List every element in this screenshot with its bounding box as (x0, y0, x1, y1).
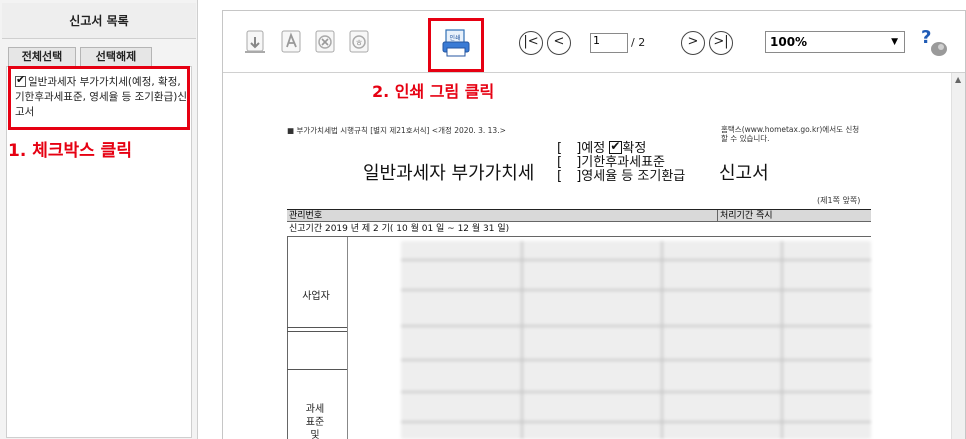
svg-text:?: ? (921, 27, 931, 48)
document-area: ■ 부가가치세법 시행규칙 [별지 제21호서식] <개정 2020. 3. 1… (223, 73, 965, 439)
hwp-icon[interactable]: ㅎ (347, 29, 373, 55)
checkmark-icon: ✔ (610, 139, 621, 153)
step1-annotation: 1. 체크박스 클릭 (8, 141, 132, 161)
option-checkbox: ✔ (609, 139, 623, 154)
option-row: [ ]영세율 등 조기환급 (557, 169, 686, 184)
next-page-button[interactable]: > (681, 31, 705, 55)
save-icon[interactable] (243, 29, 269, 55)
form-title-suffix: 신고서 (719, 163, 769, 184)
hometax-note: 홈택스(www.hometax.go.kr)에서도 신청할 수 있습니다. (721, 125, 860, 143)
select-all-button[interactable]: 전체선택 (8, 47, 76, 67)
management-number-label: 관리번호 (289, 211, 323, 221)
form-title: 일반과세자 부가가치세 (363, 163, 535, 184)
prev-page-button[interactable]: < (547, 31, 571, 55)
document-page: ■ 부가가치세법 시행규칙 [별지 제21호서식] <개정 2020. 3. 1… (281, 73, 875, 439)
highlight-checkbox-box (8, 66, 190, 130)
form-divider (287, 331, 347, 332)
form-divider (287, 327, 347, 328)
form-divider (287, 369, 347, 370)
page-number-input[interactable]: 1 (590, 33, 628, 53)
page-total: / 2 (631, 36, 646, 49)
zoom-select[interactable]: 100% ▼ (765, 31, 905, 53)
vertical-scrollbar[interactable]: ▲ (951, 73, 965, 439)
excel-icon[interactable] (313, 29, 339, 55)
form-options: [ ]예정 ✔ 확정 [ ]기한후과세표준 [ ]영세율 등 조기환급 (557, 139, 686, 184)
pdf-icon[interactable] (279, 29, 305, 55)
form-left-border (287, 237, 288, 439)
zoom-value: 100% (770, 35, 808, 49)
processing-period-label: 처리기간 즉시 (717, 210, 773, 222)
tax-base-label: 과세 표준 및 (305, 404, 325, 439)
scroll-up-icon[interactable]: ▲ (955, 75, 961, 84)
law-reference: ■ 부가가치세법 시행규칙 [별지 제21호서식] <개정 2020. 3. 1… (287, 126, 506, 135)
step2-annotation: 2. 인쇄 그림 클릭 (372, 82, 495, 101)
document-viewer: ㅎ 인쇄 |< < 1 / 2 > >| 100% ▼ ? ■ 부가가치세법 시… (222, 10, 966, 439)
form-column-line (347, 237, 348, 439)
svg-text:ㅎ: ㅎ (355, 39, 363, 49)
filing-period-row: 신고기간 2019 년 제 2 기( 10 월 01 일 ~ 12 월 31 일… (287, 223, 871, 237)
option-row: [ ]기한후과세표준 (557, 155, 666, 170)
page-count: (제1쪽 앞쪽) (817, 196, 861, 205)
highlight-print-box (428, 18, 484, 72)
option-row: [ ]예정 ✔ 확정 (557, 139, 647, 156)
deselect-all-button[interactable]: 선택해제 (80, 47, 152, 67)
blurred-form-content (401, 241, 871, 439)
report-list-title: 신고서 목록 (2, 3, 196, 39)
first-page-button[interactable]: |< (519, 31, 543, 55)
selection-buttons: 전체선택 선택해제 (8, 47, 190, 67)
viewer-toolbar: ㅎ 인쇄 |< < 1 / 2 > >| 100% ▼ ? (223, 11, 965, 73)
dropdown-arrow-icon: ▼ (891, 37, 898, 47)
last-page-button[interactable]: >| (709, 31, 733, 55)
management-row: 관리번호 처리기간 즉시 (287, 209, 871, 222)
app-root: 신고서 목록 전체선택 선택해제 ✔ 일반과세자 부가가치세(예정, 확정, 기한… (0, 0, 966, 439)
business-label: 사업자 (302, 291, 330, 302)
help-icon[interactable]: ? (917, 25, 951, 59)
